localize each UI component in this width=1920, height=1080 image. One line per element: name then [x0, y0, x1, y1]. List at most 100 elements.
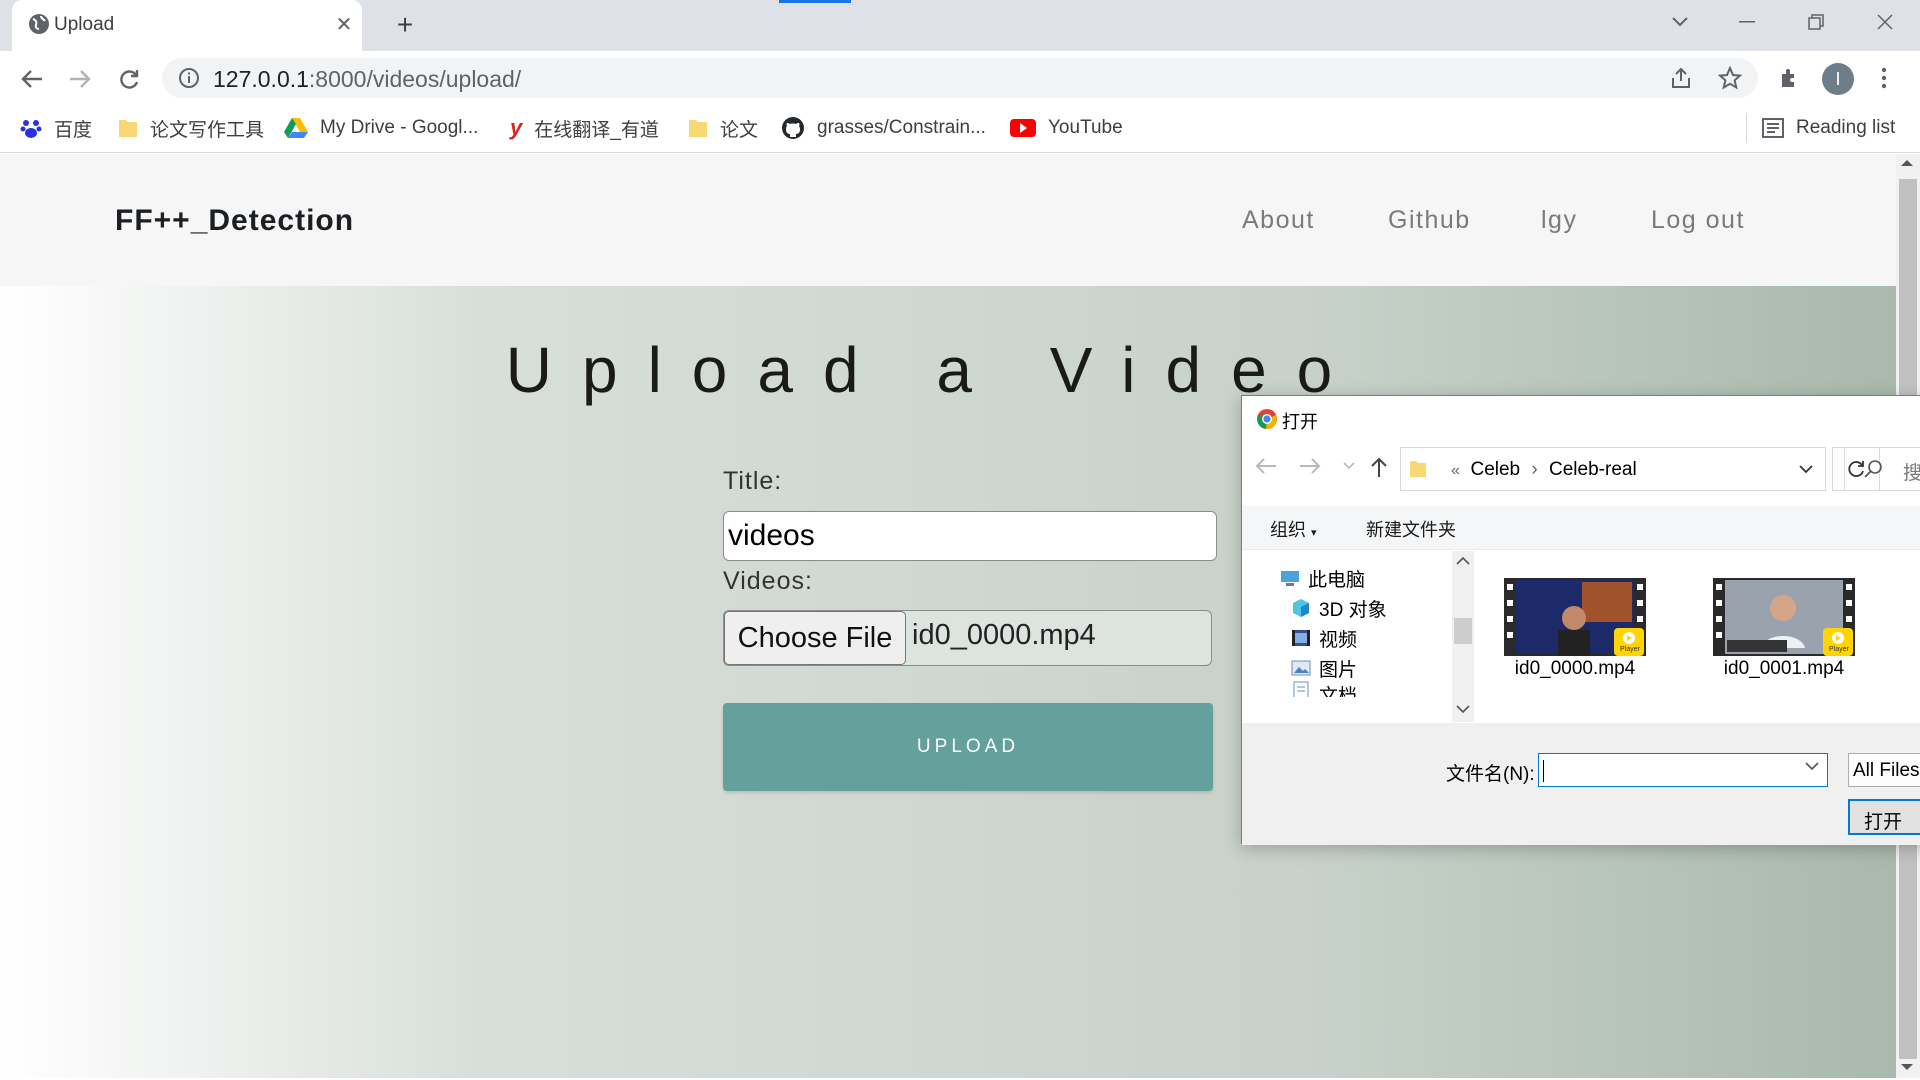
dialog-search-box[interactable]: 搜 — [1844, 447, 1920, 491]
breadcrumb: « Celeb › Celeb-real — [1451, 459, 1637, 481]
filename-dropdown-icon[interactable] — [1805, 762, 1819, 771]
this-pc-icon — [1280, 569, 1300, 587]
filetype-select[interactable]: All Files — [1848, 753, 1920, 787]
nav-user[interactable]: lgy — [1541, 206, 1577, 235]
dialog-back-icon[interactable] — [1254, 456, 1278, 476]
reading-list-icon — [1762, 118, 1784, 138]
tree-item-this-pc[interactable]: 此电脑 — [1280, 563, 1365, 593]
choose-file-button[interactable]: Choose File — [724, 611, 906, 665]
file-list: Player id0_0000.mp4 Player id0_0001.mp4 — [1476, 551, 1920, 722]
address-dropdown-icon[interactable] — [1799, 465, 1813, 474]
share-icon[interactable] — [1669, 66, 1693, 90]
file-name: id0_0000.mp4 — [1514, 658, 1636, 679]
bookmark-label: grasses/Constrain... — [817, 117, 986, 138]
upload-button[interactable]: UPLOAD — [723, 703, 1213, 791]
open-button[interactable]: 打开 — [1848, 799, 1920, 835]
video-thumbnail: Player — [1504, 578, 1646, 656]
url-host: 127.0.0.1 — [213, 66, 309, 92]
site-navbar: FF++_Detection About Github lgy Log out — [0, 154, 1896, 286]
video-thumbnail: Player — [1713, 578, 1855, 656]
file-item[interactable]: Player id0_0001.mp4 — [1713, 578, 1855, 722]
site-info-icon[interactable] — [178, 67, 200, 89]
tab-search-icon[interactable] — [1660, 6, 1700, 38]
tree-item-3d-objects[interactable]: 3D 对象 — [1291, 593, 1387, 623]
3d-objects-icon — [1291, 598, 1311, 618]
bookmark-google-drive[interactable]: My Drive - Googl... — [284, 113, 478, 143]
reload-icon[interactable] — [112, 62, 146, 96]
tree-scrollbar-thumb[interactable] — [1454, 618, 1472, 644]
bookmark-youtube[interactable]: YouTube — [1010, 113, 1123, 143]
breadcrumb-item-celeb-real[interactable]: Celeb-real — [1549, 459, 1637, 480]
back-icon[interactable] — [15, 62, 49, 96]
restore-icon[interactable] — [1796, 6, 1836, 38]
scroll-up-arrow-icon[interactable] — [1900, 158, 1914, 168]
tree-item-documents[interactable]: 文档 — [1291, 681, 1357, 697]
navigation-tree: 此电脑 3D 对象 视频 图片 文档 — [1242, 551, 1474, 722]
title-label: Title: — [723, 467, 783, 495]
loading-indicator — [779, 0, 851, 3]
url-text[interactable]: 127.0.0.1:8000/videos/upload/ — [213, 66, 521, 93]
recent-locations-chevron-icon[interactable] — [1343, 462, 1355, 470]
tree-label: 图片 — [1319, 659, 1358, 681]
tree-label: 3D 对象 — [1319, 599, 1387, 621]
title-input[interactable] — [723, 511, 1217, 561]
folder-icon — [118, 117, 138, 139]
organize-button[interactable]: 组织 ▾ — [1270, 516, 1317, 542]
minimize-icon[interactable] — [1727, 6, 1767, 38]
filename-label: 文件名(N): — [1446, 764, 1535, 785]
dialog-address-bar[interactable]: « Celeb › Celeb-real — [1400, 447, 1826, 491]
bookmark-folder-papers[interactable]: 论文 — [688, 113, 758, 143]
youtube-icon — [1010, 119, 1036, 137]
tree-label: 文档 — [1319, 686, 1358, 697]
breadcrumb-overflow[interactable]: « — [1451, 462, 1460, 479]
extensions-icon[interactable] — [1778, 66, 1802, 90]
bookmark-label: 论文 — [720, 119, 759, 141]
breadcrumb-item-celeb[interactable]: Celeb — [1470, 459, 1520, 480]
text-caret — [1543, 760, 1544, 782]
chosen-file-name: id0_0000.mp4 — [912, 619, 1096, 651]
breadcrumb-separator-icon: › — [1531, 459, 1538, 480]
bookmark-label: 百度 — [54, 119, 93, 141]
file-input[interactable]: Choose File id0_0000.mp4 — [723, 610, 1212, 666]
baidu-icon — [20, 117, 42, 139]
dialog-footer: 文件名(N): All Files 打开 — [1242, 723, 1920, 845]
organize-label: 组织 — [1270, 520, 1306, 540]
profile-avatar[interactable]: I — [1822, 63, 1854, 95]
bookmark-label: 论文写作工具 — [150, 119, 265, 141]
tree-scroll-up-icon[interactable] — [1456, 556, 1470, 566]
documents-folder-icon — [1291, 681, 1311, 697]
tree-item-videos[interactable]: 视频 — [1291, 623, 1357, 653]
tree-label: 此电脑 — [1308, 569, 1366, 591]
file-name: id0_0001.mp4 — [1723, 658, 1845, 679]
new-folder-button[interactable]: 新建文件夹 — [1366, 516, 1456, 542]
reading-list-label: Reading list — [1796, 117, 1896, 138]
google-drive-icon — [284, 117, 308, 139]
up-folder-icon[interactable] — [1370, 456, 1388, 478]
reading-list-button[interactable]: Reading list — [1762, 113, 1895, 143]
filename-input[interactable] — [1538, 753, 1828, 787]
globe-icon — [28, 13, 50, 35]
dropdown-caret-icon: ▾ — [1311, 527, 1317, 539]
forward-icon[interactable] — [63, 62, 97, 96]
tree-scroll-down-icon[interactable] — [1456, 704, 1470, 714]
nav-github[interactable]: Github — [1388, 206, 1471, 235]
tree-item-pictures[interactable]: 图片 — [1291, 653, 1357, 683]
new-tab-button[interactable]: + — [390, 9, 420, 40]
close-tab-icon[interactable]: ✕ — [330, 10, 358, 38]
close-window-icon[interactable] — [1865, 6, 1905, 38]
bookmark-github[interactable]: grasses/Constrain... — [781, 113, 986, 143]
bookmark-label: YouTube — [1048, 117, 1123, 138]
menu-dots-icon[interactable] — [1880, 66, 1888, 90]
youdao-icon: y — [510, 115, 523, 140]
bookmark-folder-tools[interactable]: 论文写作工具 — [118, 113, 264, 143]
bookmark-baidu[interactable]: 百度 — [20, 113, 92, 143]
player-badge: Player — [1620, 646, 1640, 653]
nav-about[interactable]: About — [1242, 206, 1315, 235]
file-item[interactable]: Player id0_0000.mp4 — [1504, 578, 1646, 722]
dialog-forward-icon[interactable] — [1298, 456, 1322, 476]
site-brand[interactable]: FF++_Detection — [115, 204, 354, 238]
bookmark-star-icon[interactable] — [1718, 66, 1742, 90]
scroll-down-arrow-icon[interactable] — [1900, 1062, 1914, 1072]
bookmark-youdao[interactable]: y 在线翻译_有道 — [510, 113, 659, 143]
nav-logout[interactable]: Log out — [1651, 206, 1745, 235]
